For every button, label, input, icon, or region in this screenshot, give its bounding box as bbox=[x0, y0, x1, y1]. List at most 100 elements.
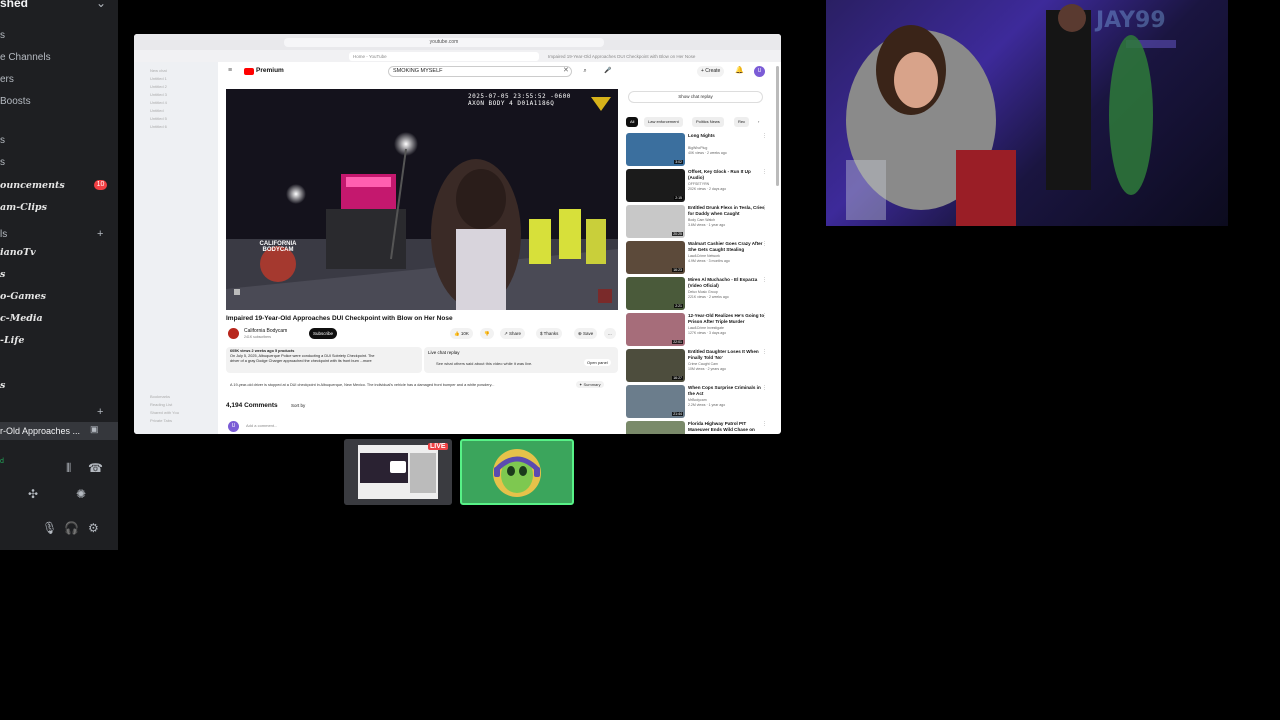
channel-item[interactable]: o-Games bbox=[0, 291, 46, 302]
channel-item[interactable]: -Life bbox=[0, 335, 24, 346]
noise-suppression-icon[interactable]: ⦀ bbox=[66, 461, 71, 476]
video-thumbnail[interactable] bbox=[626, 421, 685, 434]
side-panel-item[interactable]: Untitled 6 bbox=[150, 124, 167, 129]
channel-item[interactable]: am-Clips bbox=[0, 202, 47, 213]
channel-name[interactable]: California Bodycam bbox=[244, 328, 287, 334]
side-panel-item[interactable]: Reading List bbox=[150, 402, 172, 407]
side-panel-item[interactable]: Private Tabs bbox=[150, 418, 172, 423]
dislike-button[interactable]: 👎 bbox=[480, 328, 494, 339]
tab-home[interactable]: Home - YouTube bbox=[349, 52, 539, 61]
settings-gear-icon[interactable]: ⚙ bbox=[88, 521, 99, 535]
side-panel-item[interactable]: Shared with You bbox=[150, 410, 179, 415]
channel-item[interactable]: ouncements bbox=[0, 180, 65, 191]
more-actions-button[interactable]: ... bbox=[604, 328, 616, 339]
channel-item[interactable]: s bbox=[0, 135, 5, 146]
channel-item[interactable]: c-Media bbox=[0, 313, 43, 324]
channel-item[interactable]: s bbox=[0, 380, 5, 391]
share-button[interactable]: ↗ Share bbox=[500, 328, 526, 339]
address-bar[interactable]: youtube.com bbox=[284, 38, 604, 47]
tab-video[interactable]: Impaired 19-Year-Old Approaches DUI Chec… bbox=[544, 52, 774, 61]
more-options-icon[interactable]: ⋮ bbox=[762, 169, 767, 175]
channel-item[interactable]: ls bbox=[0, 229, 7, 240]
recommended-video[interactable]: 21:44 When Cops Surprise Criminals in the… bbox=[626, 385, 776, 419]
add-channel-icon[interactable]: + bbox=[97, 406, 103, 418]
filter-chip[interactable]: Rec bbox=[734, 117, 750, 127]
recommended-video[interactable]: 2:21 Miren Al Muchacho - El Esparza (Vide… bbox=[626, 277, 776, 311]
recommended-video[interactable]: 3:02 Long Nights BigWhoPlug 40K views · 2 w… bbox=[626, 133, 776, 167]
summary-button[interactable]: ✦ Summary bbox=[576, 381, 604, 388]
subscribe-button[interactable]: Subscribe bbox=[309, 328, 338, 339]
chevron-right-icon[interactable]: › bbox=[754, 117, 763, 127]
create-button[interactable]: + Create bbox=[697, 66, 725, 77]
video-title[interactable]: Florida Highway Patrol PIT Maneuver Ends… bbox=[688, 421, 766, 433]
save-button[interactable]: ⊕ Save bbox=[574, 328, 598, 339]
video-thumbnail[interactable]: 2:21 bbox=[626, 277, 685, 310]
video-title[interactable]: Entitled Daughter Loses It When Finally … bbox=[688, 349, 766, 361]
hamburger-menu-icon[interactable]: ≡ bbox=[228, 67, 232, 74]
video-thumbnail[interactable]: 20:25 bbox=[626, 205, 685, 238]
more-options-icon[interactable]: ⋮ bbox=[762, 277, 767, 283]
scrollbar[interactable] bbox=[776, 66, 779, 186]
side-panel-item[interactable]: Bookmarks bbox=[150, 394, 170, 399]
server-title[interactable]: shed bbox=[0, 0, 28, 10]
video-title[interactable]: Offset, Key Glock - Run It Up (Audio) bbox=[688, 169, 766, 181]
channel-item[interactable]: Boosts bbox=[0, 96, 31, 107]
more-options-icon[interactable]: ⋮ bbox=[762, 349, 767, 355]
show-chat-replay-button[interactable]: Show chat replay bbox=[628, 91, 763, 103]
recommended-video[interactable]: 16:27 Entitled Daughter Loses It When Fin… bbox=[626, 349, 776, 383]
side-panel-item[interactable]: Untitled 3 bbox=[150, 92, 167, 97]
video-thumbnail[interactable]: 22:01 bbox=[626, 313, 685, 346]
microphone-icon[interactable]: 🎙 bbox=[42, 521, 57, 535]
recommended-video[interactable]: 20:25 Entitled Drunk Flexs in Tesla, Crie… bbox=[626, 205, 776, 239]
side-panel-item[interactable]: Untitled bbox=[150, 108, 164, 113]
video-title[interactable]: Long Nights bbox=[688, 133, 766, 139]
side-panel-item[interactable]: Untitled 2 bbox=[150, 84, 167, 89]
filter-chip[interactable]: Politics News bbox=[692, 117, 724, 127]
video-title[interactable]: Miren Al Muchacho - El Esparza (Video Of… bbox=[688, 277, 766, 289]
add-comment-input[interactable]: Add a comment... bbox=[246, 423, 277, 428]
activities-icon[interactable]: ✣ bbox=[28, 487, 38, 501]
voice-stream-item[interactable]: r-Old Approaches ... ▣ bbox=[0, 422, 118, 440]
disconnect-icon[interactable]: ☎ bbox=[88, 461, 103, 475]
voice-search-icon[interactable]: 🎤 bbox=[604, 67, 611, 74]
clear-search-icon[interactable]: ✕ bbox=[563, 66, 569, 74]
more-options-icon[interactable]: ⋮ bbox=[762, 385, 767, 391]
more-options-icon[interactable]: ⋮ bbox=[762, 313, 767, 319]
youtube-logo-icon[interactable] bbox=[244, 68, 254, 75]
sort-comments-button[interactable]: Sort by bbox=[291, 403, 305, 408]
search-icon[interactable]: ⌕ bbox=[578, 66, 592, 77]
thanks-button[interactable]: $ Thanks bbox=[536, 328, 563, 339]
video-thumbnail[interactable]: 3:02 bbox=[626, 133, 685, 166]
channel-item[interactable]: e Channels bbox=[0, 52, 51, 63]
account-avatar[interactable]: U bbox=[754, 66, 765, 77]
recommended-video[interactable]: 2:15 Offset, Key Glock - Run It Up (Audio… bbox=[626, 169, 776, 203]
video-thumbnail[interactable]: 2:15 bbox=[626, 169, 685, 202]
side-panel-item[interactable]: Untitled 5 bbox=[150, 116, 167, 121]
side-panel-item[interactable]: Untitled 4 bbox=[150, 100, 167, 105]
more-options-icon[interactable]: ⋮ bbox=[762, 421, 767, 427]
chevron-down-icon[interactable]: ⌄ bbox=[96, 0, 106, 10]
channel-item[interactable]: s bbox=[0, 269, 5, 280]
video-thumbnail[interactable]: 16:27 bbox=[626, 349, 685, 382]
channel-item[interactable]: s bbox=[0, 157, 5, 168]
description-box[interactable]: 605K views 2 weeks ago 5 products On Jul… bbox=[226, 347, 422, 373]
add-channel-icon[interactable]: + bbox=[97, 228, 103, 240]
video-title[interactable]: 12-Year-Old Realizes He's Going to Priso… bbox=[688, 313, 766, 325]
video-player[interactable]: 2025-07-05 23:55:52 -0600 AXON BODY 4 D0… bbox=[226, 89, 618, 310]
channel-item[interactable]: ers bbox=[0, 74, 14, 85]
video-thumbnail[interactable]: 21:44 bbox=[626, 385, 685, 418]
more-options-icon[interactable]: ⋮ bbox=[762, 133, 767, 139]
filter-chip[interactable]: All bbox=[626, 117, 639, 127]
recommended-video[interactable]: 16:23 Walmart Cashier Goes Crazy After Sh… bbox=[626, 241, 776, 275]
live-stream-tile[interactable]: LIVE bbox=[344, 439, 452, 505]
youtube-logo-text[interactable]: Premium bbox=[256, 67, 284, 74]
open-panel-button[interactable]: Open panel bbox=[584, 359, 611, 366]
like-button[interactable]: 👍 10K bbox=[450, 328, 473, 339]
user-avatar-tile[interactable] bbox=[460, 439, 574, 505]
video-title[interactable]: When Cops Surprise Criminals in the Act bbox=[688, 385, 766, 397]
channel-item[interactable]: ianoTv bbox=[0, 247, 36, 258]
more-options-icon[interactable]: ⋮ bbox=[762, 241, 767, 247]
channel-avatar[interactable] bbox=[228, 328, 239, 339]
side-panel-item[interactable]: New chat bbox=[150, 68, 167, 73]
video-title[interactable]: Walmart Cashier Goes Crazy After She Get… bbox=[688, 241, 766, 253]
